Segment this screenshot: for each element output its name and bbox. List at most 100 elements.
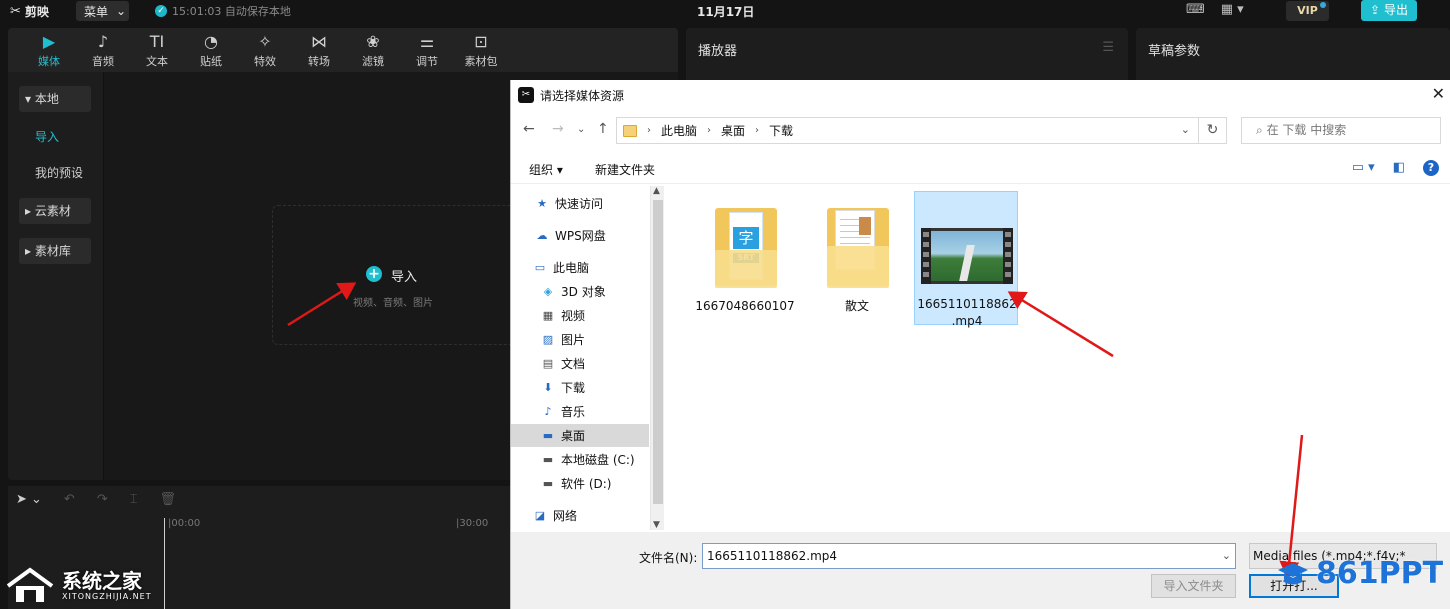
file-name: 散文: [844, 299, 869, 313]
back-arrow-icon[interactable]: ←: [523, 121, 535, 137]
up-arrow-icon[interactable]: ↑: [597, 121, 609, 137]
address-row: ← → ⌄ ↑ › 此电脑 › 桌面 › 下载 ⌄ ↻ ⌕ 在 下载 中搜索: [511, 116, 1450, 146]
nav-item-label: 本地磁盘 (C:): [561, 453, 635, 467]
nav-item-5[interactable]: ▨ 图片: [511, 328, 649, 351]
nav-item-2[interactable]: ▭ 此电脑: [511, 256, 649, 279]
file-name: 1667048660107: [695, 299, 795, 313]
nav-item-12[interactable]: ◪ 网络: [511, 504, 649, 527]
nav-item-11[interactable]: ▬ 软件 (D:): [511, 472, 649, 495]
nav-item-icon: ◪: [534, 508, 546, 522]
nav-item-1[interactable]: ☁ WPS网盘: [511, 224, 649, 247]
redo-icon[interactable]: ↷: [97, 492, 108, 507]
filename-value: 1665110118862.mp4: [707, 549, 838, 563]
nav-item-4[interactable]: ▦ 视频: [511, 304, 649, 327]
recent-dropdown-icon[interactable]: ⌄: [577, 124, 585, 135]
file-list: 字 SRT 1667048660107 散文: [666, 186, 1450, 530]
tool-filter[interactable]: ❀ 滤镜: [346, 28, 400, 72]
split-icon[interactable]: ⌶: [130, 492, 138, 507]
vip-button[interactable]: VIP: [1286, 1, 1329, 21]
file-item-prose-folder[interactable]: 散文: [805, 194, 909, 326]
project-title: 11月17日: [697, 5, 755, 19]
tool-effects[interactable]: ✧ 特效: [238, 28, 292, 72]
refresh-button[interactable]: ↻: [1199, 117, 1227, 144]
forward-arrow-icon[interactable]: →: [552, 121, 564, 137]
file-item-srt-folder[interactable]: 字 SRT 1667048660107: [693, 194, 797, 326]
tool-label: 特效: [254, 54, 276, 68]
watermark-text-group: 系统之家 XITONGZHIJIA.NET: [62, 570, 152, 601]
folder-icon: [623, 124, 637, 137]
cursor-icon[interactable]: ➤ ⌄: [16, 492, 42, 507]
export-button[interactable]: ⇪ 导出: [1361, 0, 1417, 21]
breadcrumb-this-pc[interactable]: 此电脑: [661, 122, 697, 139]
undo-icon[interactable]: ↶: [64, 492, 75, 507]
breadcrumb-desktop[interactable]: 桌面: [721, 122, 745, 139]
nav-item-3[interactable]: ◈ 3D 对象: [511, 280, 649, 303]
nav-item-7[interactable]: ⬇ 下载: [511, 376, 649, 399]
sticker-icon: ◔: [204, 31, 218, 51]
capcut-logo-icon: ✂: [518, 87, 534, 103]
organize-button[interactable]: 组织 ▾: [529, 161, 563, 178]
view-options: ▭ ▾ ◧ ?: [1352, 160, 1439, 176]
tool-text[interactable]: TI 文本: [130, 28, 184, 72]
help-icon[interactable]: ?: [1423, 160, 1439, 176]
scroll-up-icon[interactable]: ▲: [653, 186, 660, 196]
nav-item-label: 文档: [561, 357, 586, 371]
sidenav-presets[interactable]: 我的预设: [19, 160, 91, 186]
scroll-thumb[interactable]: [653, 200, 663, 504]
sidenav-local[interactable]: ▾ 本地: [19, 86, 91, 112]
sidenav-import[interactable]: 导入: [19, 124, 91, 150]
breadcrumb-downloads[interactable]: 下载: [769, 122, 793, 139]
ruler-mid: |30:00: [456, 518, 489, 529]
nav-item-icon: ▬: [542, 476, 554, 490]
command-bar: 组织 ▾ 新建文件夹 ▭ ▾ ◧ ?: [511, 154, 1450, 184]
import-folder-button[interactable]: 导入文件夹: [1151, 574, 1236, 598]
nav-item-icon: ⬇: [543, 380, 553, 394]
keyboard-icon[interactable]: ⌨: [1186, 2, 1205, 17]
import-dropzone[interactable]: + 导入 视频、音频、图片: [272, 205, 532, 345]
draft-title: 草稿参数: [1148, 44, 1201, 59]
nav-item-icon: ▬: [542, 428, 554, 442]
tool-adjust[interactable]: ⚌ 调节: [400, 28, 454, 72]
media-sidenav: ▾ 本地 导入 我的预设 ▸ 云素材 ▸ 素材库: [8, 72, 104, 480]
tool-media[interactable]: ▶ 媒体: [22, 28, 76, 72]
menu-button[interactable]: 菜单 ⌄: [76, 1, 129, 21]
nav-item-8[interactable]: ♪ 音乐: [511, 400, 649, 423]
new-folder-button[interactable]: 新建文件夹: [595, 161, 655, 178]
nav-item-10[interactable]: ▬ 本地磁盘 (C:): [511, 448, 649, 471]
search-input[interactable]: ⌕ 在 下载 中搜索: [1241, 117, 1441, 144]
navigation-pane: ★ 快速访问 ☁ WPS网盘 ▭ 此电脑 ◈ 3D 对象 ▦ 视频 ▨ 图片 ▤ 文档 ⬇ 下载 ♪ 音乐 ▬ 桌面 ▬…: [511, 186, 651, 528]
navpane-scrollbar[interactable]: ▲ ▼: [650, 186, 664, 530]
media-icon: ▶: [42, 31, 56, 51]
tool-material-pack[interactable]: ⊡ 素材包: [454, 28, 508, 72]
nav-item-9[interactable]: ▬ 桌面: [511, 424, 649, 447]
address-bar[interactable]: › 此电脑 › 桌面 › 下载 ⌄: [616, 117, 1199, 144]
nav-item-0[interactable]: ★ 快速访问: [511, 192, 649, 215]
filter-icon: ❀: [366, 31, 380, 51]
chevron-down-icon[interactable]: ⌄: [1181, 123, 1190, 136]
watermark-861ppt: 861PPT: [1276, 556, 1443, 591]
chevron-right-icon: ›: [647, 125, 651, 136]
preview-pane-icon[interactable]: ◧: [1393, 160, 1405, 176]
transition-icon: ⋈: [311, 31, 327, 51]
tool-transition[interactable]: ⋈ 转场: [292, 28, 346, 72]
adjust-icon: ⚌: [419, 31, 435, 51]
playhead[interactable]: [164, 518, 165, 609]
filename-input[interactable]: 1665110118862.mp4 ⌄: [702, 543, 1236, 569]
nav-item-6[interactable]: ▤ 文档: [511, 352, 649, 375]
text-icon: TI: [149, 31, 165, 51]
scroll-down-icon[interactable]: ▼: [653, 520, 660, 530]
chevron-down-icon[interactable]: ⌄: [1222, 544, 1231, 568]
notification-dot: [1320, 2, 1326, 8]
tool-label: 素材包: [464, 54, 498, 68]
tool-sticker[interactable]: ◔ 贴纸: [184, 28, 238, 72]
file-item-mp4[interactable]: 1665110118862 .mp4: [914, 191, 1018, 328]
menu-icon[interactable]: ☰: [1102, 40, 1114, 55]
close-icon[interactable]: ✕: [1432, 84, 1445, 103]
sidenav-cloud[interactable]: ▸ 云素材: [19, 198, 91, 224]
sidenav-library[interactable]: ▸ 素材库: [19, 238, 91, 264]
view-mode-icon[interactable]: ▭ ▾: [1352, 160, 1375, 176]
delete-icon[interactable]: 🗑: [160, 492, 177, 507]
subtitle-icon: 字: [733, 227, 759, 249]
layout-icon[interactable]: ▦ ▾: [1221, 2, 1244, 17]
tool-audio[interactable]: ♪ 音频: [76, 28, 130, 72]
